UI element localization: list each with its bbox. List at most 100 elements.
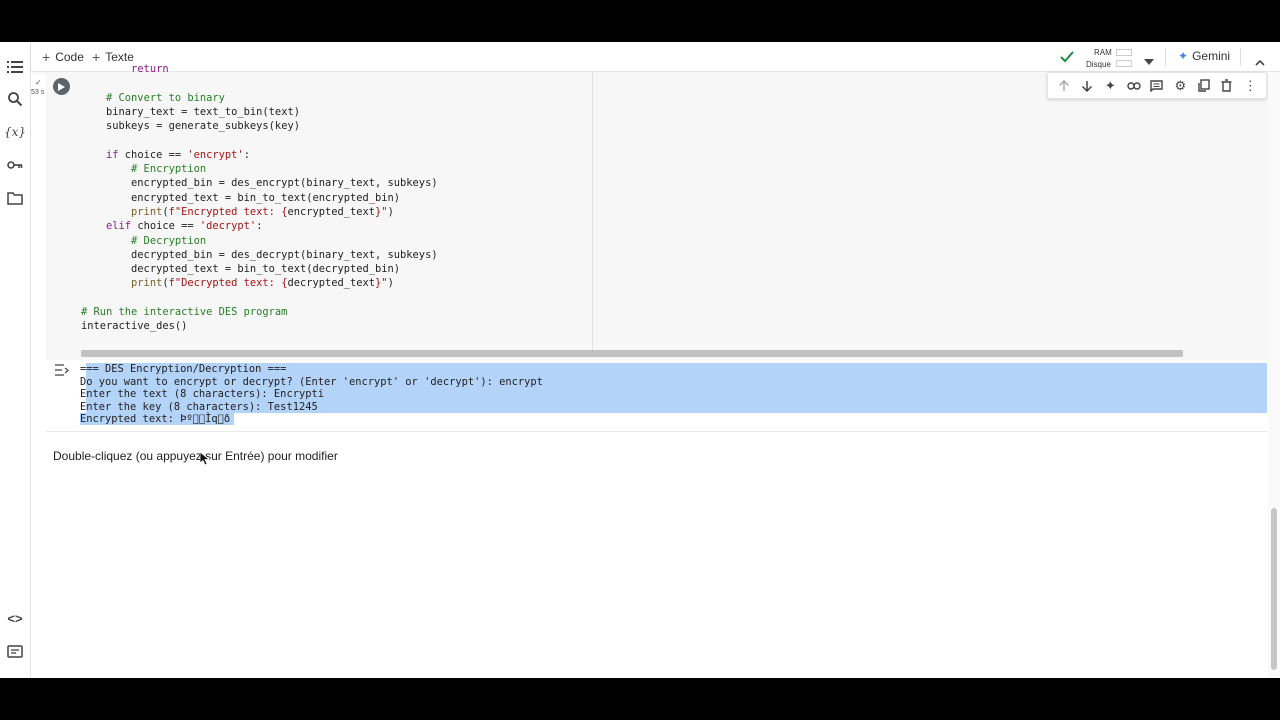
key-icon[interactable] [5,155,25,175]
folder-icon[interactable] [5,188,25,208]
horizontal-scrollbar[interactable] [81,350,1183,357]
code-token: # Convert to binary [106,91,225,104]
output-line: === DES Encryption/Decryption === [80,363,287,375]
code-token: decrypted_bin = des_decrypt(binary_text,… [131,248,438,261]
table-of-contents-icon[interactable] [5,57,25,77]
code-token: # Decryption [131,234,207,247]
toolbar-divider [1165,48,1166,66]
gemini-button[interactable]: ✦ Gemini [1178,49,1230,63]
move-up-icon[interactable] [1055,77,1073,95]
add-code-button[interactable]: + Code [42,48,84,66]
output-line: Enter the text (8 characters): Encrypti [80,388,324,400]
settings-gear-icon[interactable]: ⚙ [1171,77,1189,95]
more-options-icon[interactable]: ⋮ [1241,77,1259,95]
code-token: binary_text = text_to_bin(text) [106,105,300,118]
add-code-label: Code [55,50,84,64]
code-line: encrypted_bin = des_encrypt(binary_text,… [81,176,591,190]
code-line: elif choice == 'decrypt': [81,219,591,233]
code-line: # Decryption [81,234,591,248]
collapse-chevron-up-icon[interactable] [1255,53,1265,71]
execution-time: 53 s [31,89,45,96]
move-down-icon[interactable] [1078,77,1096,95]
gemini-label: Gemini [1192,49,1231,63]
left-sidebar: {x} <> [0,42,31,678]
output-text[interactable]: === DES Encryption/Decryption === Do you … [80,363,543,426]
code-line: encrypted_text = bin_to_text(encrypted_b… [81,191,591,205]
code-token: choice == [131,220,200,233]
code-token: 'decrypt' [199,220,257,233]
code-line: return [81,62,591,76]
search-icon[interactable] [5,89,25,109]
code-token: }" [375,277,388,290]
mirror-cell-icon[interactable] [1195,77,1213,95]
code-token: 'encrypt' [187,148,244,161]
vertical-scrollbar-thumb[interactable] [1271,508,1277,670]
code-editor[interactable]: return # Convert to binary binary_text =… [81,62,591,334]
code-token: choice == [118,148,188,161]
code-token: }" [375,205,388,218]
gemini-star-icon: ✦ [1178,49,1189,63]
resources-dropdown-icon[interactable] [1144,52,1154,70]
code-token: encrypted_bin = des_encrypt(binary_text,… [131,177,438,190]
ram-bar [1116,49,1132,56]
terminal-icon[interactable] [5,641,25,661]
code-token: ) [387,277,394,290]
connected-check-icon [1060,50,1074,68]
code-token: encrypted_text [287,205,376,218]
variables-icon[interactable]: {x} [4,122,26,142]
code-token: ) [387,205,394,218]
cell-actions-toolbar: ✦ ⚙ ⋮ [1047,72,1267,99]
clear-output-icon[interactable] [54,363,70,377]
code-token: print [131,205,163,218]
code-line: if choice == 'encrypt': [81,148,591,162]
code-line: decrypted_text = bin_to_text(decrypted_b… [81,262,591,276]
code-line: # Run the interactive DES program [81,305,591,319]
colab-notebook: {x} <> + Code + Texte RAM Disque ✦ Gemin… [0,42,1280,678]
code-token: f"Decrypted text: { [168,277,288,290]
disk-label: Disque [1086,60,1111,69]
code-line: print(f"Decrypted text: {decrypted_text}… [81,276,591,290]
comment-icon[interactable] [1148,77,1166,95]
code-line: print(f"Encrypted text: {encrypted_text}… [81,205,591,219]
ruler-line [592,72,593,352]
code-line: decrypted_bin = des_decrypt(binary_text,… [81,248,591,262]
code-line: binary_text = text_to_bin(text) [81,105,591,119]
link-icon[interactable] [1125,77,1143,95]
output-line: Enter the key (8 characters): Test1245 [80,400,318,413]
code-line: # Convert to binary [81,91,591,105]
run-cell-button[interactable] [53,78,70,95]
code-token: # Encryption [131,163,207,176]
executed-check-icon: ✓ [35,78,42,87]
resources-indicator[interactable]: RAM Disque [1080,45,1140,71]
delete-trash-icon[interactable] [1218,77,1236,95]
code-token: : [243,148,250,161]
plus-icon: + [42,49,51,65]
code-line: # Encryption [81,162,591,176]
code-token: print [131,277,163,290]
play-icon [58,82,65,91]
code-token: : [256,220,263,233]
code-snippets-icon[interactable]: <> [5,608,25,628]
code-token: encrypted_text = bin_to_text(encrypted_b… [131,191,401,204]
code-token: elif [106,220,132,233]
code-token: f"Encrypted text: { [168,205,288,218]
ram-label: RAM [1094,48,1112,57]
text-cell-placeholder[interactable]: Double-cliquez (ou appuyez sur Entrée) p… [53,449,338,463]
code-token: # Run the interactive DES program [81,306,288,319]
disk-bar [1116,60,1132,67]
code-token: interactive_des() [81,320,188,333]
code-token: if [106,148,119,161]
output-line: Encrypted text: Þº  Ìq ð [80,413,231,425]
code-line: interactive_des() [81,319,591,333]
code-token: return [131,63,169,75]
code-token: decrypted_text [287,277,376,290]
toolbar-divider [1240,48,1241,66]
code-token: decrypted_text = bin_to_text(decrypted_b… [131,263,401,276]
code-line: subkeys = generate_subkeys(key) [81,119,591,133]
gemini-sparkle-icon[interactable]: ✦ [1101,77,1119,95]
code-token: subkeys = generate_subkeys(key) [106,120,300,133]
output-line: Do you want to encrypt or decrypt? (Ente… [80,375,543,388]
